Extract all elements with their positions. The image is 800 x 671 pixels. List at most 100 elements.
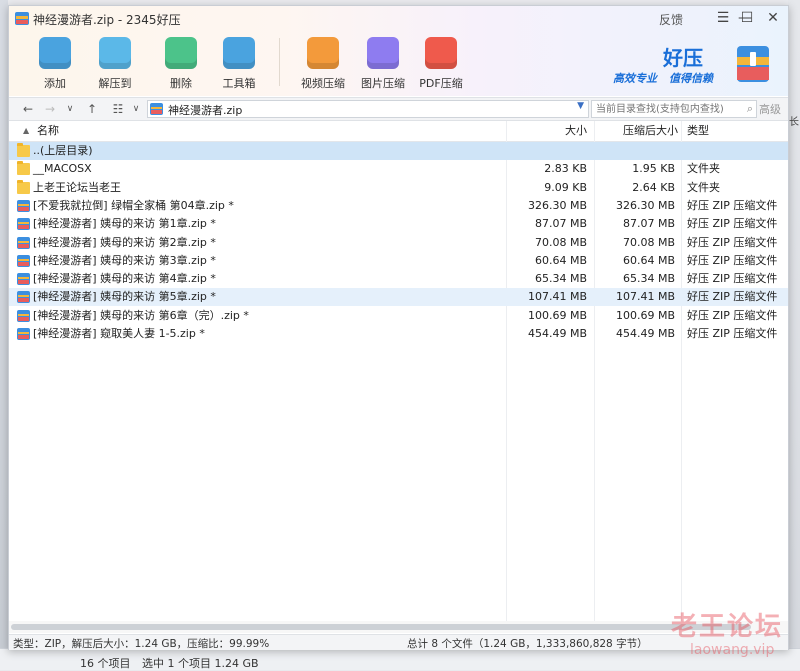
file-size: 9.09 KB <box>544 180 587 194</box>
list-header: ▲ 名称 大小 压缩后大小 类型 <box>9 121 788 142</box>
zip-archive-icon <box>17 291 30 304</box>
table-row[interactable]: [不爱我就拉倒] 绿帽全家桶 第04章.zip * 326.30 MB 326.30… <box>9 197 788 215</box>
status-total-info: 总计 8 个文件（1.24 GB，1,333,860,828 字节） <box>407 638 648 650</box>
explorer-status-bar: 16 个项目 选中 1 个项目 1.24 GB <box>0 648 800 670</box>
file-type: 好压 ZIP 压缩文件 <box>687 272 778 286</box>
folder-icon <box>17 143 30 157</box>
watermark-url: laowang.vip <box>690 642 775 658</box>
folder-icon <box>17 179 30 194</box>
forward-arrow-icon[interactable]: → <box>41 100 59 118</box>
back-arrow-icon[interactable]: ← <box>19 100 37 118</box>
table-row[interactable]: [神经漫游者] 姨母的来访 第5章.zip * 107.41 MB 107.41 M… <box>9 288 788 307</box>
table-row[interactable]: [神经漫游者] 姨母的来访 第4章.zip * 65.34 MB 65.34 MB 好… <box>9 270 788 288</box>
compressed-size: 1.95 KB <box>632 162 675 176</box>
zip-archive-icon <box>17 254 30 267</box>
view-mode-icon[interactable]: ☷ <box>109 100 127 118</box>
toolbox-icon: toolbox-icon <box>223 37 255 69</box>
table-row[interactable]: [神经漫游者] 姨母的来访 第1章.zip * 87.07 MB 87.07 MB 好… <box>9 215 788 233</box>
toolbar-button-3[interactable]: toolbox-icon 工具箱 <box>209 34 269 92</box>
table-row[interactable]: [神经漫游者] 姨母的来访 第6章（完）.zip * 100.69 MB 100.6… <box>9 307 788 325</box>
image-compress-icon: image-compress-icon <box>367 37 399 69</box>
toolbar-button-1[interactable]: extract-icon 解压到 <box>85 34 145 92</box>
toolbar-label: 添加 <box>44 77 66 90</box>
ribbon-header: 神经漫游者.zip - 2345好压 反馈 ☰ — ☐ ✕ add-archiv… <box>9 6 788 96</box>
path-dropdown-icon[interactable]: ▼ <box>577 101 584 111</box>
file-name: __MACOSX <box>33 162 92 176</box>
table-row[interactable]: ..(上层目录) <box>9 142 788 160</box>
ribbon-divider <box>279 38 280 86</box>
haozip-window: 神经漫游者.zip - 2345好压 反馈 ☰ — ☐ ✕ add-archiv… <box>8 5 789 650</box>
toolbar-button-2[interactable]: delete-recycle-icon 删除 <box>151 34 211 92</box>
column-name[interactable]: 名称 <box>37 121 59 141</box>
file-name: ..(上层目录) <box>33 144 93 157</box>
compressed-size: 454.49 MB <box>615 327 675 340</box>
title-bar[interactable]: 神经漫游者.zip - 2345好压 反馈 ☰ — ☐ ✕ <box>9 6 788 30</box>
close-button[interactable]: ✕ <box>763 9 783 27</box>
column-type[interactable]: 类型 <box>687 121 709 141</box>
haozip-brand: 好压 高效专业 值得信赖 <box>605 40 785 90</box>
scrollbar-thumb[interactable] <box>11 624 751 630</box>
search-box[interactable]: ⌕ <box>591 100 757 118</box>
path-bar[interactable]: 神经漫游者.zip ▼ <box>147 100 589 118</box>
file-name: [神经漫游者] 姨母的来访 第1章.zip * <box>33 217 216 231</box>
brand-name: 好压 <box>663 46 703 70</box>
file-name: [神经漫游者] 姨母的来访 第2章.zip * <box>33 235 216 249</box>
table-row[interactable]: 上老王论坛当老王 9.09 KB 2.64 KB 文件夹 <box>9 179 788 197</box>
file-name: [神经漫游者] 姨母的来访 第4章.zip * <box>33 272 216 286</box>
haozip-app-icon <box>15 12 29 25</box>
compressed-size: 2.64 KB <box>632 180 675 194</box>
status-archive-info: 类型：ZIP，解压后大小：1.24 GB，压缩比：99.99% <box>13 638 270 650</box>
feedback-link[interactable]: 反馈 <box>659 11 683 28</box>
compressed-size: 326.30 MB <box>615 198 675 212</box>
window-title: 神经漫游者.zip - 2345好压 <box>33 13 181 27</box>
add-archive-icon: add-archive-icon <box>39 37 71 69</box>
search-input[interactable] <box>596 102 736 116</box>
file-name: [神经漫游者] 姨母的来访 第6章（完）.zip * <box>33 308 249 322</box>
file-type: 好压 ZIP 压缩文件 <box>687 327 778 340</box>
file-name: [神经漫游者] 窥取美人妻 1-5.zip * <box>33 327 205 340</box>
zip-archive-icon <box>17 236 30 249</box>
compressed-size: 70.08 MB <box>622 235 675 249</box>
table-row[interactable]: [神经漫游者] 姨母的来访 第3章.zip * 60.64 MB 60.64 MB 好… <box>9 252 788 270</box>
toolbar-button-6[interactable]: pdf-compress-icon PDF压缩 <box>411 34 471 92</box>
file-type: 好压 ZIP 压缩文件 <box>687 217 778 231</box>
file-type: 好压 ZIP 压缩文件 <box>687 308 778 322</box>
menu-button[interactable]: ☰ <box>713 9 733 27</box>
zip-archive-icon <box>17 199 30 212</box>
table-row[interactable]: __MACOSX 2.83 KB 1.95 KB 文件夹 <box>9 160 788 178</box>
toolbar-button-4[interactable]: video-compress-icon 视频压缩 <box>293 34 353 92</box>
file-size: 2.83 KB <box>544 162 587 176</box>
compressed-size: 107.41 MB <box>615 290 675 304</box>
maximize-button[interactable]: ☐ <box>737 9 757 27</box>
toolbar-button-0[interactable]: add-archive-icon 添加 <box>25 34 85 92</box>
compressed-size: 60.64 MB <box>622 253 675 267</box>
toolbar-label: 图片压缩 <box>361 77 405 90</box>
brand-slogan-2: 值得信赖 <box>669 72 713 85</box>
history-dropdown-icon[interactable]: ∨ <box>61 100 79 118</box>
file-size: 107.41 MB <box>527 290 587 304</box>
zip-archive-icon <box>17 273 30 286</box>
delete-recycle-icon: delete-recycle-icon <box>165 37 197 69</box>
search-icon[interactable]: ⌕ <box>747 102 753 116</box>
video-compress-icon: video-compress-icon <box>307 37 339 69</box>
file-size: 70.08 MB <box>534 235 587 249</box>
view-dropdown-icon[interactable]: ∨ <box>127 100 145 118</box>
extract-icon: extract-icon <box>99 37 131 69</box>
pdf-compress-icon: pdf-compress-icon <box>425 37 457 69</box>
column-compressed[interactable]: 压缩后大小 <box>623 121 678 141</box>
sort-arrow-icon: ▲ <box>23 126 30 135</box>
table-row[interactable]: [神经漫游者] 窥取美人妻 1-5.zip * 454.49 MB 454.49 M… <box>9 325 788 343</box>
watermark-text: 老王论坛 <box>671 612 784 642</box>
file-type: 好压 ZIP 压缩文件 <box>687 290 778 304</box>
advanced-search-link[interactable]: 高级 <box>759 101 781 117</box>
table-row[interactable]: [神经漫游者] 姨母的来访 第2章.zip * 70.08 MB 70.08 MB 好… <box>9 234 788 252</box>
toolbar-button-5[interactable]: image-compress-icon 图片压缩 <box>353 34 413 92</box>
brand-slogan-1: 高效专业 <box>613 72 657 85</box>
column-size[interactable]: 大小 <box>565 121 587 141</box>
up-arrow-icon[interactable]: ↑ <box>83 100 101 118</box>
toolbar-label: 解压到 <box>98 77 132 90</box>
file-size: 87.07 MB <box>534 217 587 231</box>
compressed-size: 100.69 MB <box>615 308 675 322</box>
brand-box-icon <box>737 46 769 82</box>
toolbar-label: PDF压缩 <box>419 77 463 90</box>
